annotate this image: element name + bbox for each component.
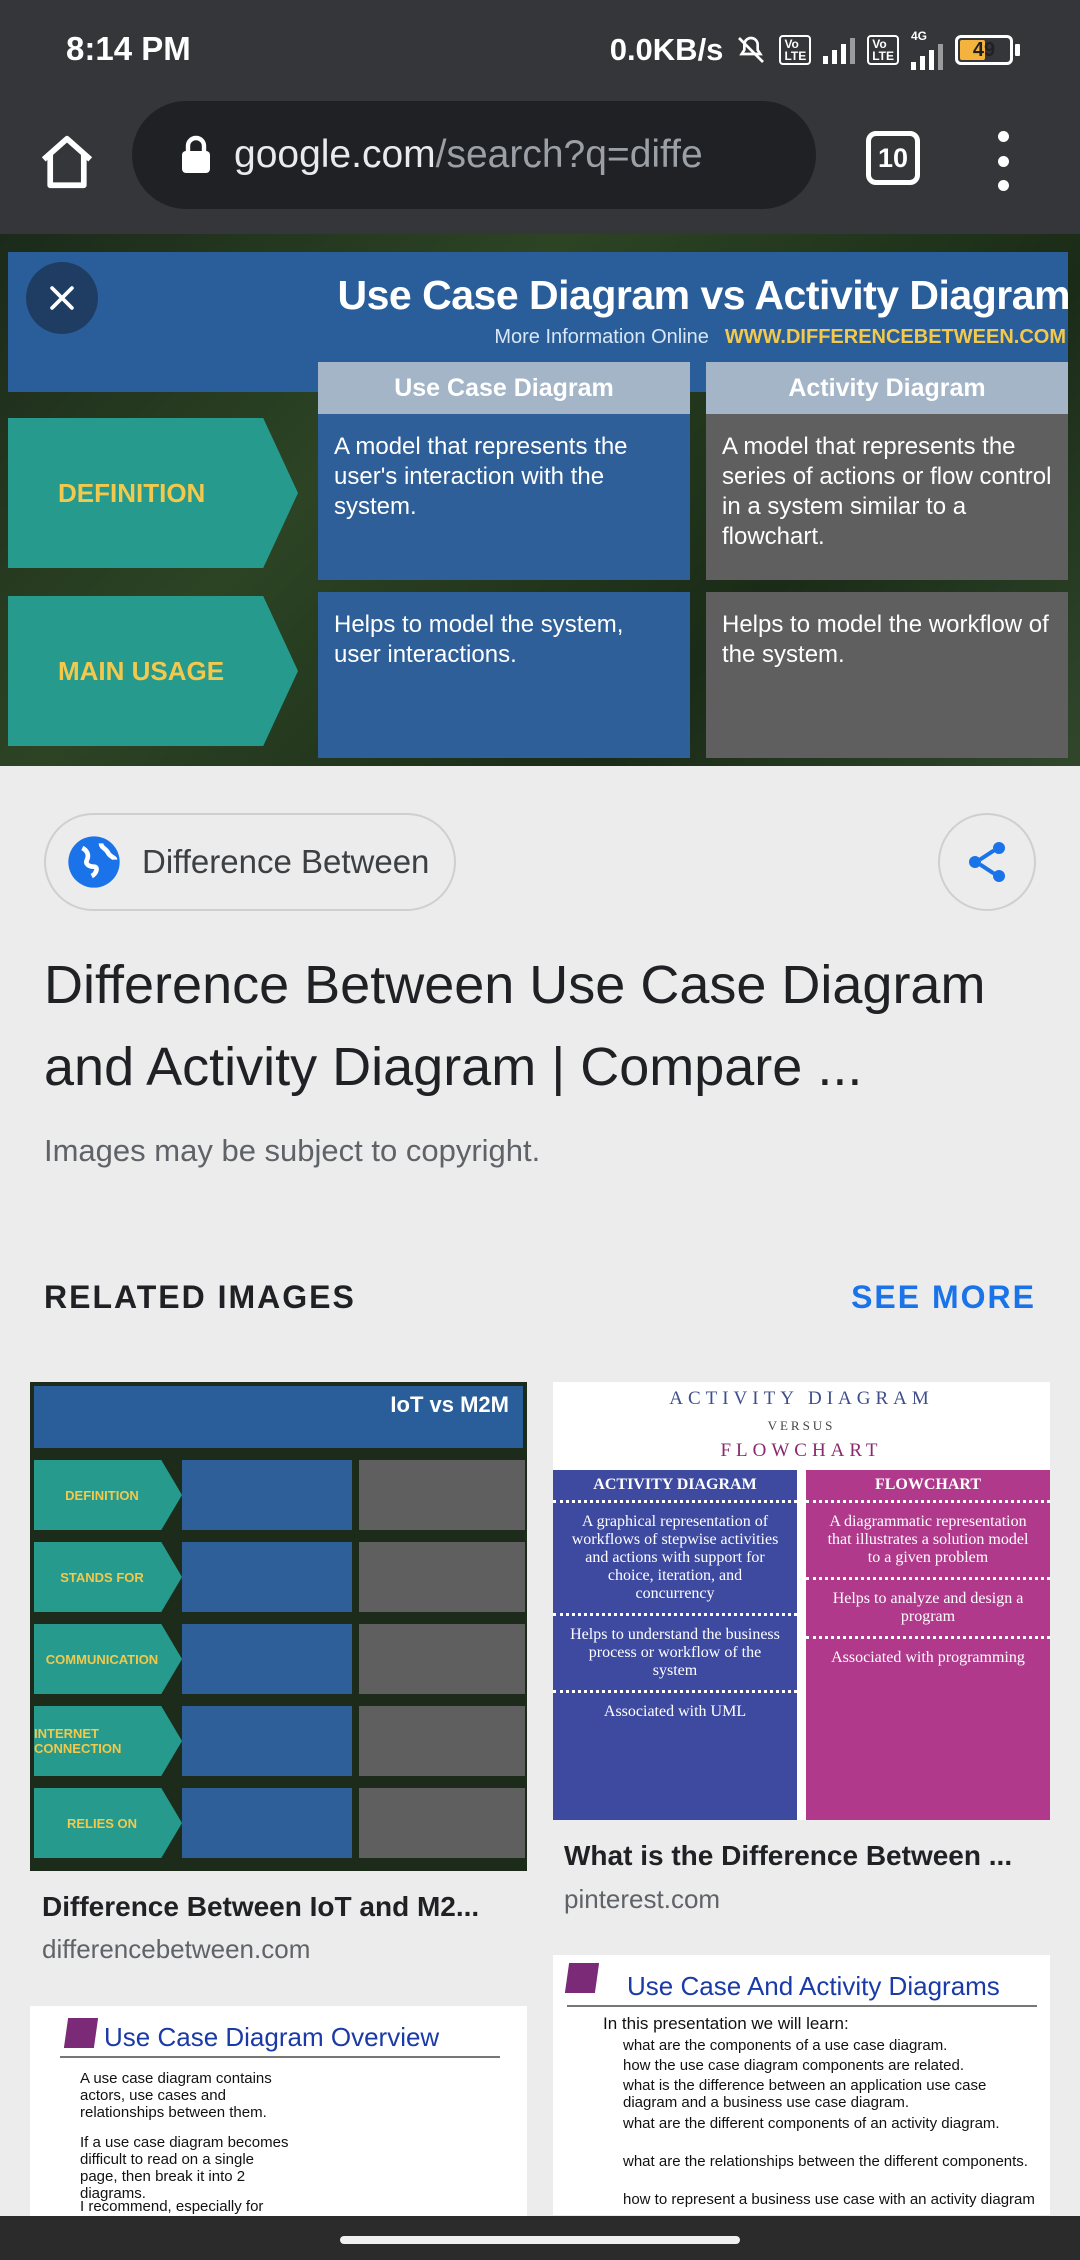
lock-icon — [182, 135, 210, 173]
source-chip[interactable]: Difference Between — [44, 813, 456, 911]
preview-row-definition: DEFINITION — [8, 418, 298, 568]
related-image-thumb[interactable]: IoT vs M2M DEFINITION STANDS FOR COMMUNI… — [30, 1382, 527, 1871]
related-source: pinterest.com — [564, 1884, 721, 1914]
related-image-thumb[interactable]: Use Case And Activity Diagrams In this p… — [553, 1955, 1050, 2215]
slide-bullet: how to represent a business use case wit… — [623, 2191, 1035, 2208]
related-source: differencebetween.com — [42, 1934, 311, 1964]
url-path: /search?q=diffe — [435, 133, 703, 176]
slide-logo — [63, 2018, 99, 2048]
url-text: google.com/search?q=diffe — [234, 133, 703, 177]
see-more-link[interactable]: SEE MORE — [851, 1279, 1036, 1316]
battery-icon: 49 — [955, 35, 1020, 65]
preview-cell: A model that represents the user's inter… — [318, 414, 690, 580]
status-time: 8:14 PM — [66, 30, 191, 67]
signal-icon — [823, 36, 856, 64]
slide-bullet: I recommend, especially for — [80, 2198, 264, 2215]
gesture-bar — [0, 2216, 1080, 2260]
thumb-title: Use Case And Activity Diagrams — [627, 1971, 1000, 2001]
slide-bullet: what is the difference between an applic… — [623, 2077, 987, 2111]
preview-row-usage: MAIN USAGE — [8, 596, 298, 746]
close-button[interactable] — [26, 262, 98, 334]
slide-intro: In this presentation we will learn: — [603, 2014, 849, 2033]
overflow-menu-icon[interactable] — [994, 131, 1012, 191]
status-icons: 0.0KB/s Vo LTE Vo LTE 4G 49 — [610, 30, 1020, 70]
close-icon — [50, 286, 74, 310]
globe-icon — [68, 836, 120, 888]
preview-title: Use Case Diagram vs Activity Diagram — [337, 272, 1071, 318]
thumb-title: Use Case Diagram Overview — [104, 2022, 440, 2052]
status-bar: 8:14 PM 0.0KB/s Vo LTE Vo LTE 4G 49 — [0, 0, 1080, 96]
slide-bullet: how the use case diagram components are … — [623, 2057, 965, 2074]
preview-subtitle: More Information Online WWW.DIFFERENCEBET… — [494, 326, 1066, 348]
home-icon[interactable] — [36, 131, 98, 193]
preview-cell: Helps to model the system, user interact… — [318, 592, 690, 758]
share-button[interactable] — [938, 813, 1036, 911]
signal-4g-icon: 4G — [911, 30, 943, 70]
slide-bullet: what are the components of a use case di… — [623, 2037, 948, 2054]
slide-bullet: A use case diagram contains actors, use … — [80, 2070, 272, 2121]
mute-bell-icon — [738, 36, 765, 63]
slide-bullet: what are the different components of an … — [623, 2115, 1000, 2132]
preview-cell: A model that represents the series of ac… — [706, 414, 1068, 580]
tab-switcher-button[interactable]: 10 — [866, 131, 920, 185]
volte-icon: Vo LTE — [779, 35, 812, 65]
slide-logo — [564, 1963, 600, 1993]
browser-toolbar: google.com/search?q=diffe 10 — [0, 96, 1080, 234]
url-host: google.com — [234, 133, 436, 176]
url-bar[interactable]: google.com/search?q=diffe — [132, 101, 816, 209]
preview-image[interactable]: Use Case Diagram vs Activity Diagram Mor… — [0, 234, 1080, 766]
preview-cell: Helps to model the workflow of the syste… — [706, 592, 1068, 758]
battery-level: 49 — [972, 39, 996, 61]
home-indicator[interactable] — [340, 2236, 740, 2244]
preview-col-activity: Activity Diagram — [706, 362, 1068, 414]
related-caption[interactable]: Difference Between IoT and M2... — [42, 1891, 522, 1923]
related-image-thumb[interactable]: ACTIVITY DIAGRAM VERSUS FLOWCHART ACTIVI… — [553, 1382, 1050, 1820]
source-name: Difference Between — [142, 843, 430, 880]
related-caption[interactable]: What is the Difference Between ... — [564, 1840, 1044, 1872]
slide-bullet: what are the relationships between the d… — [623, 2153, 1028, 2170]
volte-icon-2: Vo LTE — [867, 35, 899, 65]
thumb-title: IoT vs M2M — [390, 1392, 509, 1417]
related-images-heading: RELATED IMAGES — [44, 1279, 356, 1315]
network-speed: 0.0KB/s — [609, 32, 724, 67]
slide-bullet: If a use case diagram becomes difficult … — [80, 2134, 289, 2202]
result-title[interactable]: Difference Between Use Case Diagram and … — [44, 944, 1044, 1108]
copyright-note: Images may be subject to copyright. — [44, 1133, 541, 1168]
share-icon — [969, 842, 1005, 882]
preview-col-usecase: Use Case Diagram — [318, 362, 690, 414]
related-image-thumb[interactable]: Use Case Diagram Overview A use case dia… — [30, 2006, 527, 2216]
